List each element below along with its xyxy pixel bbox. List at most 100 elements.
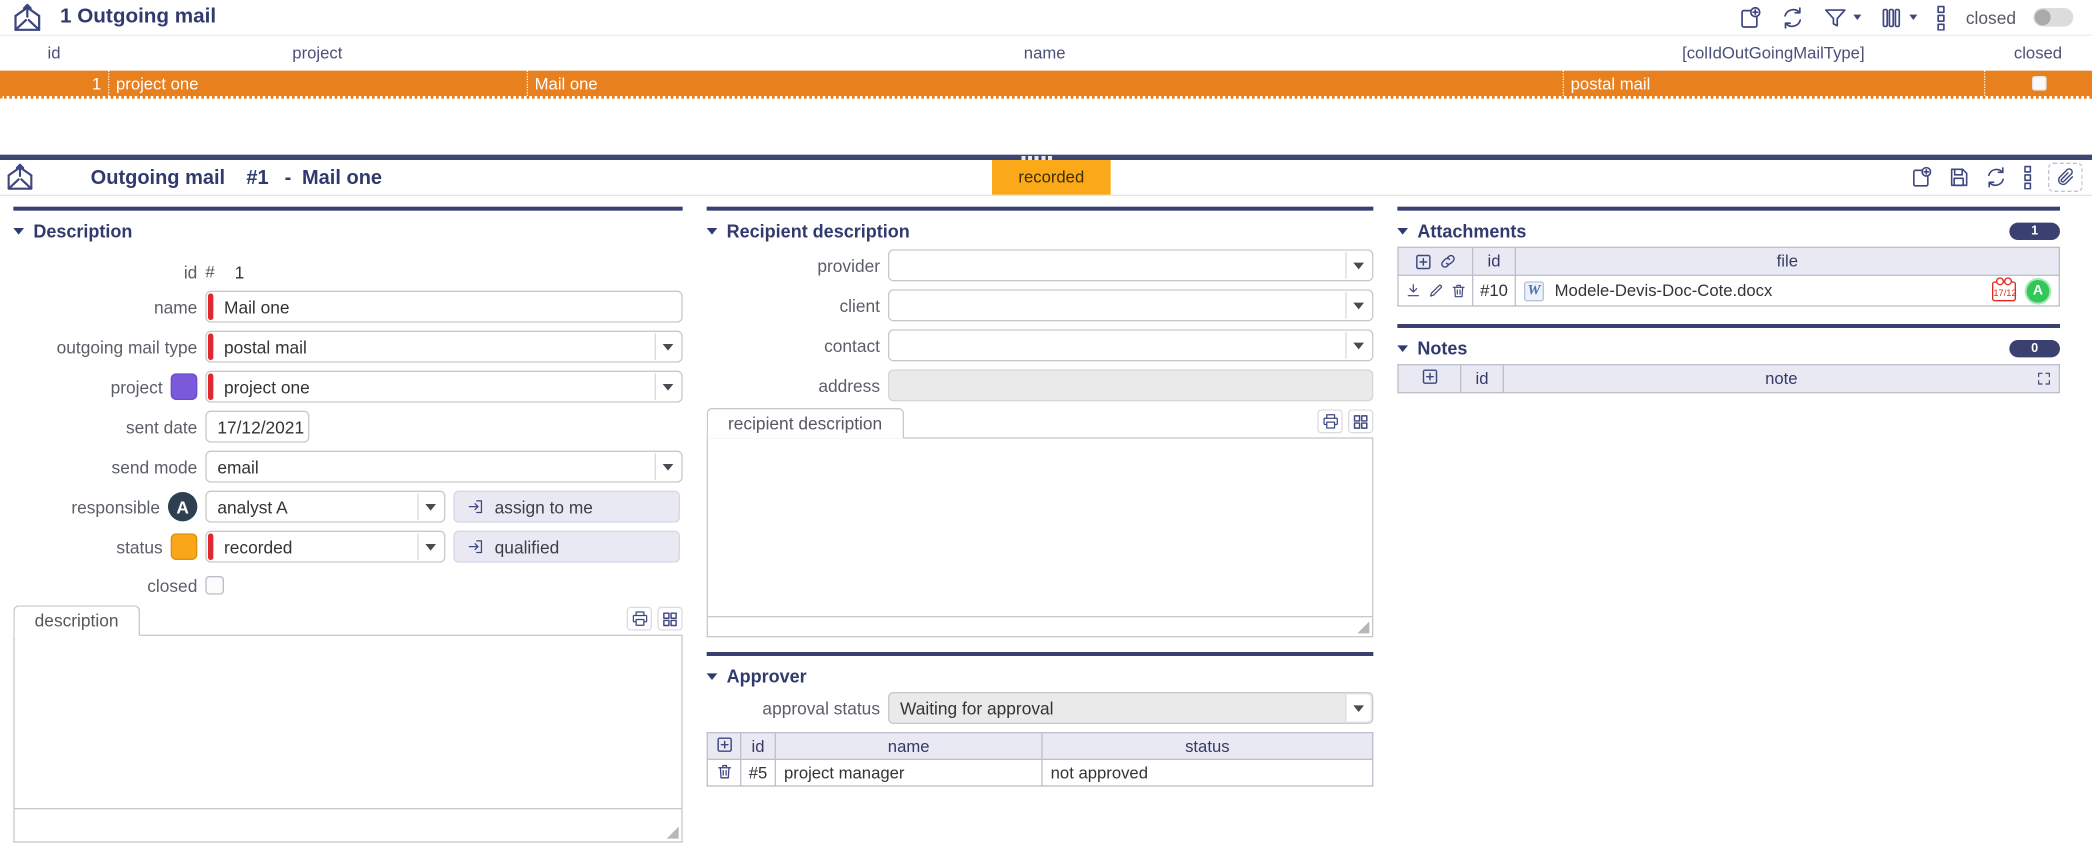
approver-table: id name status #5 project manager not ap… <box>706 731 1374 787</box>
column-header-closed[interactable]: closed <box>1984 44 2092 63</box>
description-panel-header[interactable]: Description <box>13 211 682 244</box>
approver-cell-id: #5 <box>739 758 776 787</box>
new-record-icon[interactable] <box>1738 5 1763 30</box>
chevron-down-icon[interactable] <box>1345 251 1370 279</box>
send-mode-select[interactable]: email <box>205 450 683 483</box>
cell-closed <box>1983 70 2092 96</box>
resize-handle[interactable] <box>1357 621 1370 634</box>
recipient-panel-header[interactable]: Recipient description <box>706 211 1374 244</box>
link-attachment-button[interactable] <box>1438 252 1457 271</box>
form-title: Outgoing mail #1 - Mail one <box>91 160 382 195</box>
tab-recipient-description[interactable]: recipient description <box>706 407 904 439</box>
more-menu-icon[interactable] <box>1935 5 1948 30</box>
chevron-down-icon[interactable] <box>417 533 442 560</box>
expand-grid-button[interactable] <box>657 606 683 631</box>
name-input[interactable]: Mail one <box>205 290 683 323</box>
new-record-icon[interactable] <box>1909 165 1933 189</box>
refresh-icon[interactable] <box>1781 5 1806 30</box>
provider-select[interactable] <box>887 249 1374 282</box>
tab-description[interactable]: description <box>13 605 140 636</box>
record-name: Mail one <box>302 165 383 189</box>
app-root: 1 Outgoing mail closed id project name [… <box>0 0 2092 854</box>
recipient-description-footer[interactable] <box>706 617 1374 638</box>
table-row[interactable]: 1 project one Mail one postal mail <box>0 70 2092 96</box>
project-color-swatch <box>170 373 198 400</box>
filter-icon[interactable] <box>1823 5 1862 30</box>
sign-in-icon <box>468 500 483 514</box>
approval-status-select[interactable]: Waiting for approval <box>887 691 1374 724</box>
mail-type-select[interactable]: postal mail <box>205 330 683 363</box>
client-label: client <box>839 295 880 316</box>
page-title: 1 Outgoing mail <box>59 5 217 28</box>
add-approver-button[interactable] <box>715 735 732 752</box>
delete-attachment-button[interactable] <box>1450 283 1466 299</box>
edit-attachment-button[interactable] <box>1427 283 1443 299</box>
status-badge: recorded <box>991 159 1111 195</box>
qualified-button[interactable]: qualified <box>453 530 680 563</box>
send-mode-label: send mode <box>111 456 198 477</box>
add-note-button[interactable] <box>1421 368 1438 385</box>
collapse-caret-icon <box>1397 344 1408 352</box>
notes-fullscreen-button[interactable] <box>2036 371 2052 387</box>
attachments-panel-header[interactable]: Attachments 1 <box>1397 211 2060 244</box>
add-attachment-button[interactable] <box>1414 253 1431 270</box>
attachments-table: id file #10 W Modele-Devis-Doc-Cote.docx… <box>1397 246 2060 307</box>
expand-grid-button[interactable] <box>1347 409 1374 434</box>
column-header-id[interactable]: id <box>0 44 108 63</box>
list-header: 1 Outgoing mail closed <box>0 0 2092 35</box>
status-select[interactable]: recorded <box>205 530 446 563</box>
project-select[interactable]: project one <box>205 370 683 403</box>
attachments-col-id: id <box>1471 246 1516 276</box>
form-title-prefix: Outgoing mail <box>90 165 226 189</box>
form-title-bar: Outgoing mail #1 - Mail one recorded <box>0 159 2092 196</box>
closed-toggle[interactable] <box>2033 7 2074 27</box>
save-icon[interactable] <box>1947 165 1971 189</box>
chevron-down-icon[interactable] <box>1345 331 1370 359</box>
notes-panel: Notes 0 id note <box>1397 323 2060 394</box>
description-footer[interactable] <box>13 809 683 843</box>
chevron-down-icon[interactable] <box>417 493 442 520</box>
approver-cell-status: not approved <box>1041 758 1374 787</box>
chevron-down-icon[interactable] <box>1345 694 1371 722</box>
recipient-description-textarea[interactable] <box>706 437 1374 618</box>
refresh-icon[interactable] <box>1984 165 2008 189</box>
resize-handle[interactable] <box>666 826 679 839</box>
client-select[interactable] <box>887 289 1374 322</box>
delete-approver-button[interactable] <box>715 762 732 779</box>
closed-label: closed <box>147 575 198 596</box>
column-header-name[interactable]: name <box>527 44 1563 63</box>
column-header-mail-type[interactable]: [colIdOutGoingMailType] <box>1563 44 1984 63</box>
project-label: project <box>110 376 163 397</box>
print-button[interactable] <box>1317 409 1343 434</box>
attachments-panel: Attachments 1 id file #10 W Modele-Devis… <box>1397 206 2060 394</box>
more-menu-icon[interactable] <box>2021 165 2034 190</box>
row-closed-checkbox[interactable] <box>2031 75 2046 91</box>
attachments-col-file: file <box>1514 246 2060 276</box>
chevron-down-icon[interactable] <box>654 373 680 400</box>
approver-col-status: status <box>1041 731 1374 760</box>
address-label: address <box>818 375 880 396</box>
assign-to-me-button[interactable]: assign to me <box>453 490 680 523</box>
contact-select[interactable] <box>887 329 1374 362</box>
chevron-down-icon[interactable] <box>1345 291 1370 319</box>
contact-label: contact <box>824 335 880 356</box>
attachment-button[interactable] <box>2047 162 2083 192</box>
columns-icon[interactable] <box>1879 5 1918 30</box>
form-body: Description id # 1 name Mail one outgoin… <box>0 196 2092 853</box>
id-value: 1 <box>234 261 245 282</box>
chevron-down-icon[interactable] <box>654 453 680 480</box>
sent-date-input[interactable]: 17/12/2021 <box>205 410 310 443</box>
approver-col-id: id <box>739 731 776 760</box>
download-attachment-button[interactable] <box>1405 283 1421 299</box>
description-textarea[interactable] <box>13 634 683 810</box>
responsible-select[interactable]: analyst A <box>205 490 446 523</box>
attachment-row[interactable]: #10 W Modele-Devis-Doc-Cote.docx 17/12 A <box>1397 274 2060 307</box>
closed-checkbox[interactable] <box>205 575 224 595</box>
approver-panel-header[interactable]: Approver <box>706 656 1374 689</box>
attachment-filename[interactable]: Modele-Devis-Doc-Cote.docx <box>1555 281 1773 300</box>
chevron-down-icon[interactable] <box>654 333 680 360</box>
print-button[interactable] <box>626 606 652 631</box>
notes-panel-header[interactable]: Notes 0 <box>1397 328 2060 361</box>
column-header-project[interactable]: project <box>108 44 527 63</box>
approver-row[interactable]: #5 project manager not approved <box>706 758 1374 787</box>
